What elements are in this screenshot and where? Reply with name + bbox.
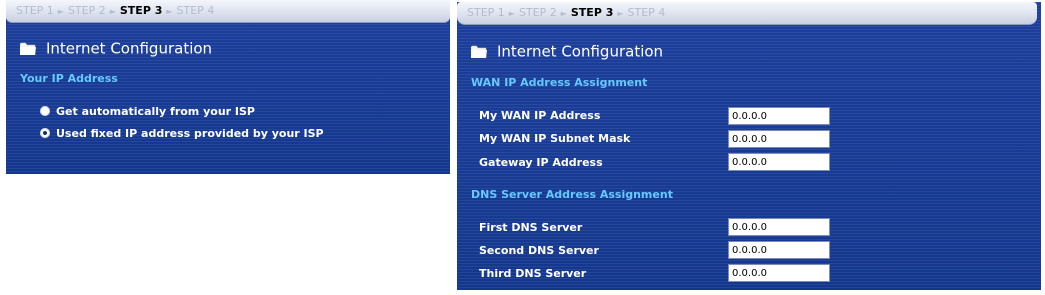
triangle-right-icon: ► (57, 7, 64, 16)
step-2: STEP 2 (67, 4, 106, 17)
first-dns-input[interactable] (728, 218, 830, 236)
folder-icon (20, 42, 36, 55)
radio-button-icon[interactable] (40, 106, 50, 116)
step-indicator: STEP 1 ► STEP 2 ► STEP 3 ► STEP 4 (457, 2, 1037, 25)
wan-subnet-mask-input[interactable] (728, 130, 830, 148)
wizard-panel-left: STEP 1 ► STEP 2 ► STEP 3 ► STEP 4 Internet Con… (6, 0, 450, 174)
third-dns-input[interactable] (728, 264, 830, 282)
section-heading-wan: WAN IP Address Assignment (471, 76, 648, 89)
folder-icon (471, 45, 487, 58)
step-indicator: STEP 1 ► STEP 2 ► STEP 3 ► STEP 4 (6, 0, 450, 23)
triangle-right-icon: ► (166, 7, 173, 16)
step-3-active: STEP 3 (570, 6, 614, 19)
triangle-right-icon: ► (508, 9, 515, 18)
triangle-right-icon: ► (109, 7, 116, 16)
step-4: STEP 4 (627, 6, 666, 19)
step-2: STEP 2 (518, 6, 557, 19)
wizard-panel-right: STEP 1 ► STEP 2 ► STEP 3 ► STEP 4 Internet Con… (457, 2, 1041, 290)
page-title: Internet Configuration (471, 41, 663, 61)
field-label-gateway: Gateway IP Address (479, 156, 603, 169)
page-title-text: Internet Configuration (497, 42, 664, 61)
field-label-third-dns: Third DNS Server (479, 267, 587, 280)
radio-button-icon[interactable] (40, 128, 50, 138)
field-label-second-dns: Second DNS Server (479, 244, 599, 257)
page-title: Internet Configuration (20, 38, 212, 58)
radio-option-fixed[interactable]: Used fixed IP address provided by your I… (40, 127, 324, 140)
triangle-right-icon: ► (617, 9, 624, 18)
step-1: STEP 1 (467, 6, 505, 19)
triangle-right-icon: ► (560, 9, 567, 18)
step-3-active: STEP 3 (119, 4, 163, 17)
field-label-wan-ip: My WAN IP Address (479, 109, 601, 122)
radio-label: Get automatically from your ISP (56, 105, 255, 118)
radio-label: Used fixed IP address provided by your I… (56, 127, 324, 140)
step-4: STEP 4 (176, 4, 215, 17)
radio-option-automatic[interactable]: Get automatically from your ISP (40, 105, 255, 118)
page-title-text: Internet Configuration (46, 39, 213, 58)
field-label-first-dns: First DNS Server (479, 221, 583, 234)
gateway-ip-input[interactable] (728, 153, 830, 171)
wan-ip-input[interactable] (728, 107, 830, 125)
section-heading-dns: DNS Server Address Assignment (471, 188, 673, 201)
section-heading-ip: Your IP Address (20, 72, 118, 85)
field-label-wan-subnet: My WAN IP Subnet Mask (479, 132, 631, 145)
second-dns-input[interactable] (728, 241, 830, 259)
step-1: STEP 1 (16, 4, 54, 17)
